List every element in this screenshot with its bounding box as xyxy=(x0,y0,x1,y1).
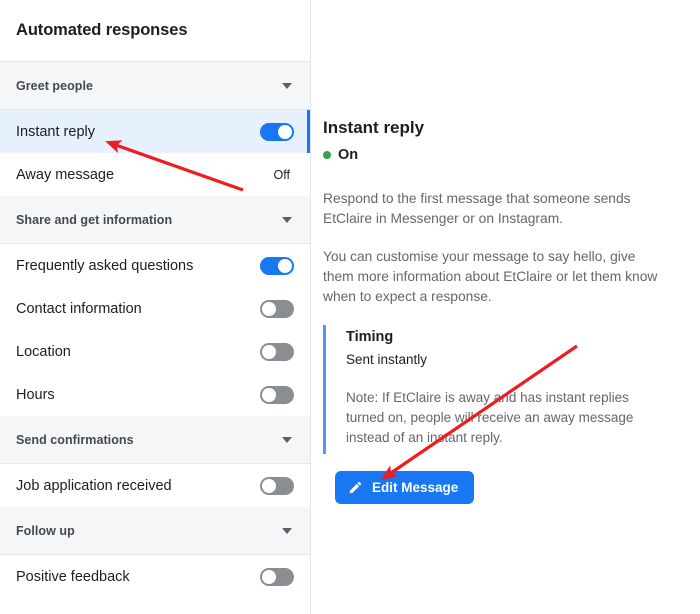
sidebar-section-header[interactable]: Follow up xyxy=(0,507,310,555)
sidebar-section-label: Send confirmations xyxy=(16,432,134,447)
toggle-switch[interactable] xyxy=(260,342,294,361)
sidebar-item-label: Job application received xyxy=(16,477,172,494)
sidebar-item-job-application-received[interactable]: Job application received xyxy=(0,464,310,507)
toggle-knob xyxy=(278,258,292,273)
sidebar-section-header[interactable]: Send confirmations xyxy=(0,416,310,464)
sidebar-item-instant-reply[interactable]: Instant reply xyxy=(0,110,310,153)
sidebar-item-hours[interactable]: Hours xyxy=(0,373,310,416)
sidebar-item-label: Away message xyxy=(16,166,115,183)
toggle-switch[interactable] xyxy=(260,256,294,275)
sidebar-item-label: Positive feedback xyxy=(16,568,130,585)
automated-responses-sidebar: Automated responses Greet people Instant … xyxy=(0,0,311,614)
toggle-switch[interactable] xyxy=(260,122,294,141)
sidebar-item-label: Hours xyxy=(16,386,55,403)
timing-value: Sent instantly xyxy=(346,352,428,367)
sidebar-item-away-message[interactable]: Away message Off xyxy=(0,153,310,196)
edit-message-button-label: Edit Message xyxy=(372,480,459,495)
sidebar-section-label: Share and get information xyxy=(16,212,173,227)
chevron-down-icon[interactable] xyxy=(282,436,292,443)
sidebar-item-label: Contact information xyxy=(16,300,142,317)
page-title: Automated responses xyxy=(16,21,188,39)
sidebar-item-positive-feedback[interactable]: Positive feedback xyxy=(0,555,310,598)
sidebar-header: Automated responses xyxy=(0,0,310,62)
toggle-switch[interactable] xyxy=(260,385,294,404)
pencil-icon xyxy=(348,480,363,495)
chevron-down-icon[interactable] xyxy=(282,82,292,89)
detail-title: Instant reply xyxy=(323,118,425,137)
sidebar-list: Greet people Instant reply Away message Off… xyxy=(0,62,310,598)
sidebar-item-label: Location xyxy=(16,343,71,360)
edit-message-button[interactable]: Edit Message xyxy=(335,471,475,504)
sidebar-section-label: Greet people xyxy=(16,78,94,93)
status-dot-icon xyxy=(323,151,331,159)
sidebar-item-label: Frequently asked questions xyxy=(16,257,194,274)
description-paragraph-1: Respond to the first message that someon… xyxy=(323,191,631,226)
status-badge: On xyxy=(323,147,672,163)
toggle-knob xyxy=(262,569,276,584)
sidebar-section-header[interactable]: Share and get information xyxy=(0,196,310,244)
toggle-knob xyxy=(262,301,276,316)
toggle-switch[interactable] xyxy=(260,299,294,318)
timing-title: Timing xyxy=(346,329,394,345)
toggle-knob xyxy=(262,478,276,493)
chevron-down-icon[interactable] xyxy=(282,216,292,223)
timing-note: Note: If EtClaire is away and has instan… xyxy=(346,390,634,445)
toggle-switch[interactable] xyxy=(260,476,294,495)
sidebar-section-header[interactable]: Greet people xyxy=(0,62,310,110)
status-label: On xyxy=(338,147,359,163)
sidebar-section-label: Follow up xyxy=(16,523,75,538)
sidebar-item-contact-information[interactable]: Contact information xyxy=(0,287,310,330)
timing-section: Timing Sent instantly Note: If EtClaire … xyxy=(323,325,653,454)
toggle-switch[interactable] xyxy=(260,567,294,586)
sidebar-item-frequently-asked-questions[interactable]: Frequently asked questions xyxy=(0,244,310,287)
toggle-knob xyxy=(262,387,276,402)
sidebar-item-location[interactable]: Location xyxy=(0,330,310,373)
chevron-down-icon[interactable] xyxy=(282,527,292,534)
toggle-knob xyxy=(278,124,292,139)
item-status-text: Off xyxy=(273,167,290,182)
toggle-knob xyxy=(262,344,276,359)
automated-responses-screen: Automated responses Greet people Instant … xyxy=(0,0,700,614)
description-paragraph-2: You can customise your message to say he… xyxy=(323,249,658,304)
detail-panel: Instant reply On Respond to the first me… xyxy=(311,0,700,614)
sidebar-item-label: Instant reply xyxy=(16,123,95,140)
